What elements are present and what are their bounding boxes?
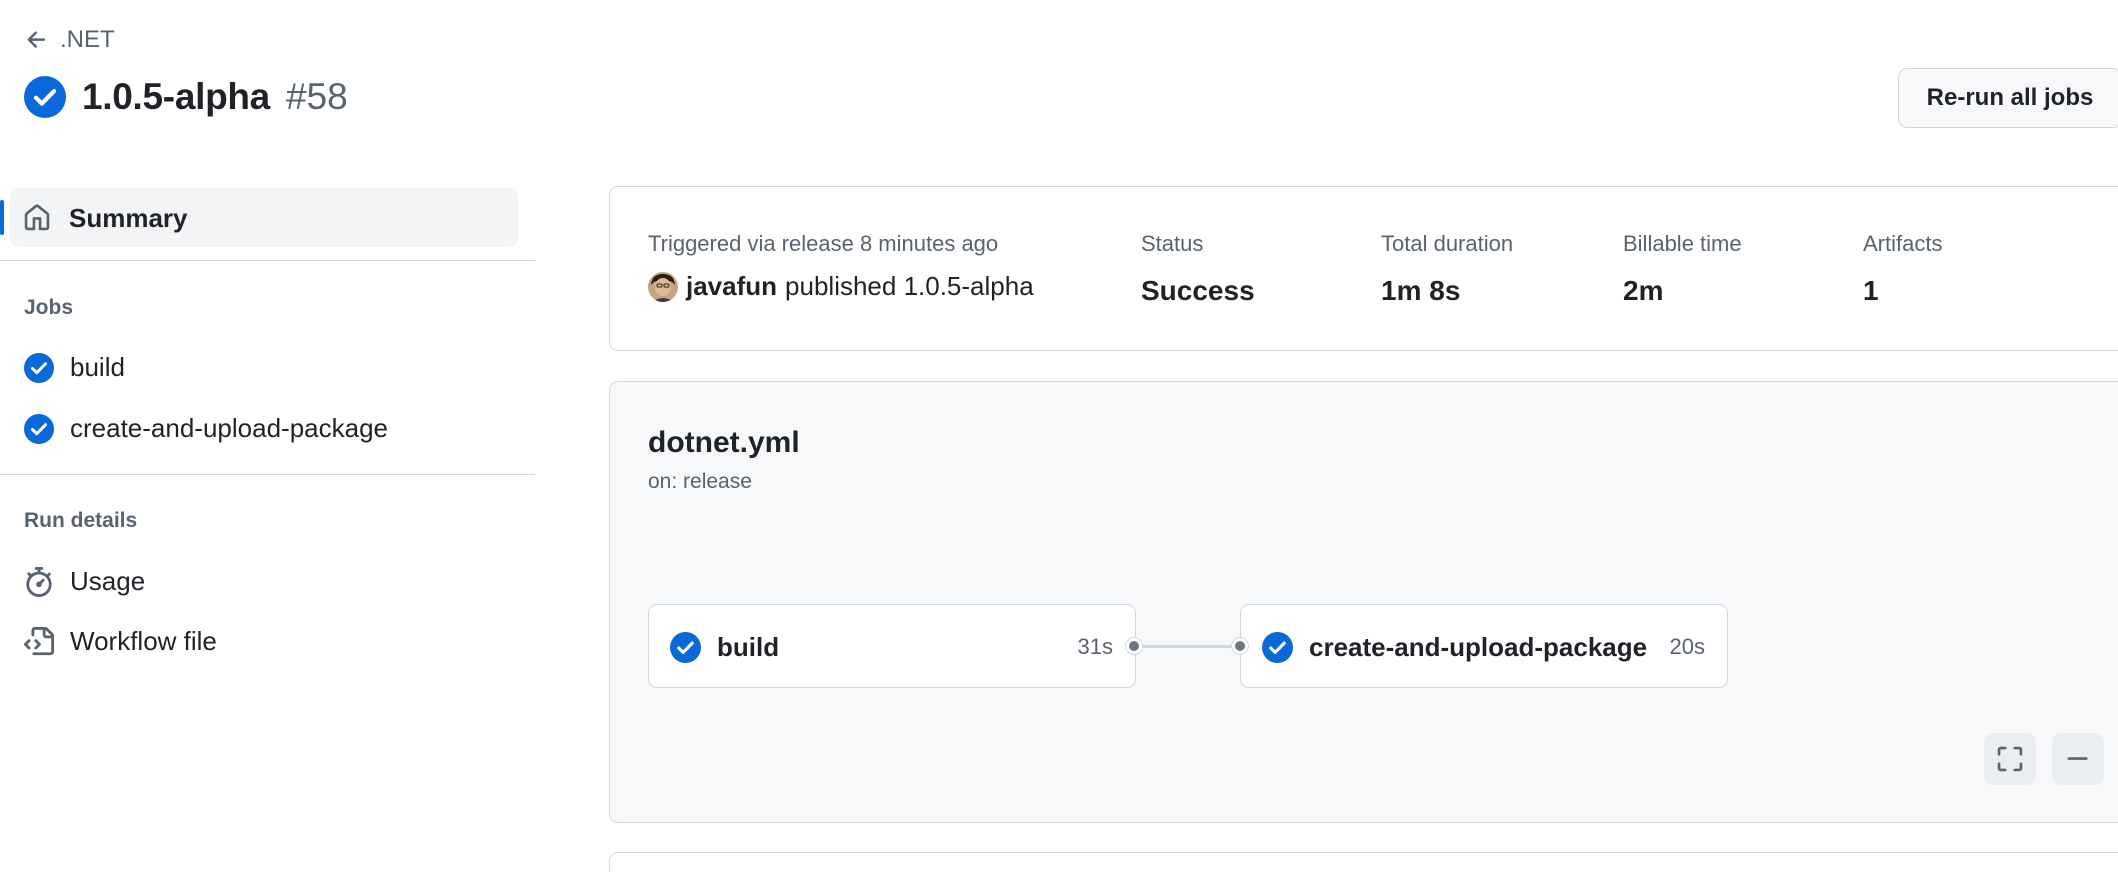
duration-label: Total duration: [1381, 231, 1514, 256]
connector-dot-in: [1232, 638, 1248, 654]
jobs-heading: Jobs: [24, 296, 74, 319]
duration-info: Total duration 1m 8s: [1381, 231, 1513, 307]
trigger-action: published 1.0.5-alpha: [785, 271, 1034, 301]
sidebar-item-label: Usage: [70, 566, 146, 596]
job-node-name: build: [717, 632, 780, 662]
check-circle-fill-icon: [24, 352, 54, 383]
rerun-all-jobs-button[interactable]: Re-run all jobs: [1898, 68, 2118, 128]
billable-value[interactable]: 2m: [1623, 275, 1742, 307]
divider: [0, 260, 535, 261]
connector-dot-out: [1126, 638, 1142, 654]
job-node-name: create-and-upload-package: [1309, 632, 1648, 662]
workflow-graph: dotnet.yml on: release build 31s create-…: [609, 381, 2118, 823]
sidebar-item-summary[interactable]: Summary: [0, 188, 518, 247]
job-node-build[interactable]: build 31s: [648, 604, 1136, 688]
workflow-file-name: dotnet.yml: [648, 426, 800, 459]
zoom-out-button[interactable]: [2052, 733, 2104, 785]
run-summary-card: Triggered via release 8 minutes ago java…: [609, 186, 2118, 351]
status-label: Status: [1141, 231, 1204, 256]
back-link-label: .NET: [60, 26, 115, 53]
fullscreen-button[interactable]: [1984, 733, 2036, 785]
run-details-heading: Run details: [24, 509, 138, 532]
billable-info: Billable time 2m: [1623, 231, 1742, 307]
file-code-icon: [24, 626, 54, 655]
status-value: Success: [1141, 275, 1255, 306]
active-indicator: [0, 200, 4, 235]
artifacts-value[interactable]: 1: [1863, 275, 1942, 307]
arrow-left-icon: [27, 31, 46, 48]
sidebar-item-label: Summary: [69, 203, 188, 233]
screen-full-icon: [1997, 746, 2023, 772]
billable-label: Billable time: [1623, 231, 1742, 256]
stopwatch-icon: [26, 566, 52, 597]
sidebar-item-usage[interactable]: Usage: [24, 566, 145, 597]
sidebar-item-workflow-file[interactable]: Workflow file: [24, 626, 217, 657]
job-node-create-and-upload-package[interactable]: create-and-upload-package 20s: [1240, 604, 1728, 688]
job-node-duration: 31s: [1077, 634, 1113, 659]
run-title: 1.0.5-alpha #58: [24, 76, 348, 118]
run-title-text: 1.0.5-alpha: [82, 76, 270, 117]
check-circle-fill-icon: [24, 76, 66, 118]
sidebar-item-label: create-and-upload-package: [70, 413, 388, 443]
divider: [0, 474, 535, 475]
home-icon: [24, 204, 50, 231]
dash-icon: [2067, 757, 2088, 760]
duration-value[interactable]: 1m 8s: [1381, 275, 1513, 307]
sidebar-item-label: build: [70, 352, 125, 382]
check-circle-fill-icon: [24, 413, 54, 444]
job-connector: [1135, 645, 1243, 648]
sidebar-item-job-create-and-upload-package[interactable]: create-and-upload-package: [24, 413, 388, 444]
artifacts-label: Artifacts: [1863, 231, 1943, 256]
next-section-card: [609, 852, 2118, 872]
artifacts-info: Artifacts 1: [1863, 231, 1942, 307]
check-circle-fill-icon: [1262, 632, 1293, 663]
back-link[interactable]: .NET: [24, 26, 115, 54]
avatar-image: [648, 271, 678, 302]
trigger-info: Triggered via release 8 minutes ago java…: [648, 231, 1034, 302]
sidebar-item-label: Workflow file: [70, 626, 217, 656]
actor-link[interactable]: javafun: [686, 271, 777, 302]
trigger-line: javafun published 1.0.5-alpha: [648, 271, 1034, 302]
status-info: Status Success: [1141, 231, 1255, 307]
check-circle-fill-icon: [670, 632, 701, 663]
sidebar-item-job-build[interactable]: build: [24, 352, 125, 383]
avatar[interactable]: [648, 271, 678, 302]
workflow-trigger: on: release: [648, 470, 752, 493]
job-node-duration: 20s: [1669, 634, 1705, 659]
trigger-label: Triggered via release 8 minutes ago: [648, 231, 999, 256]
run-number: #58: [285, 76, 348, 117]
